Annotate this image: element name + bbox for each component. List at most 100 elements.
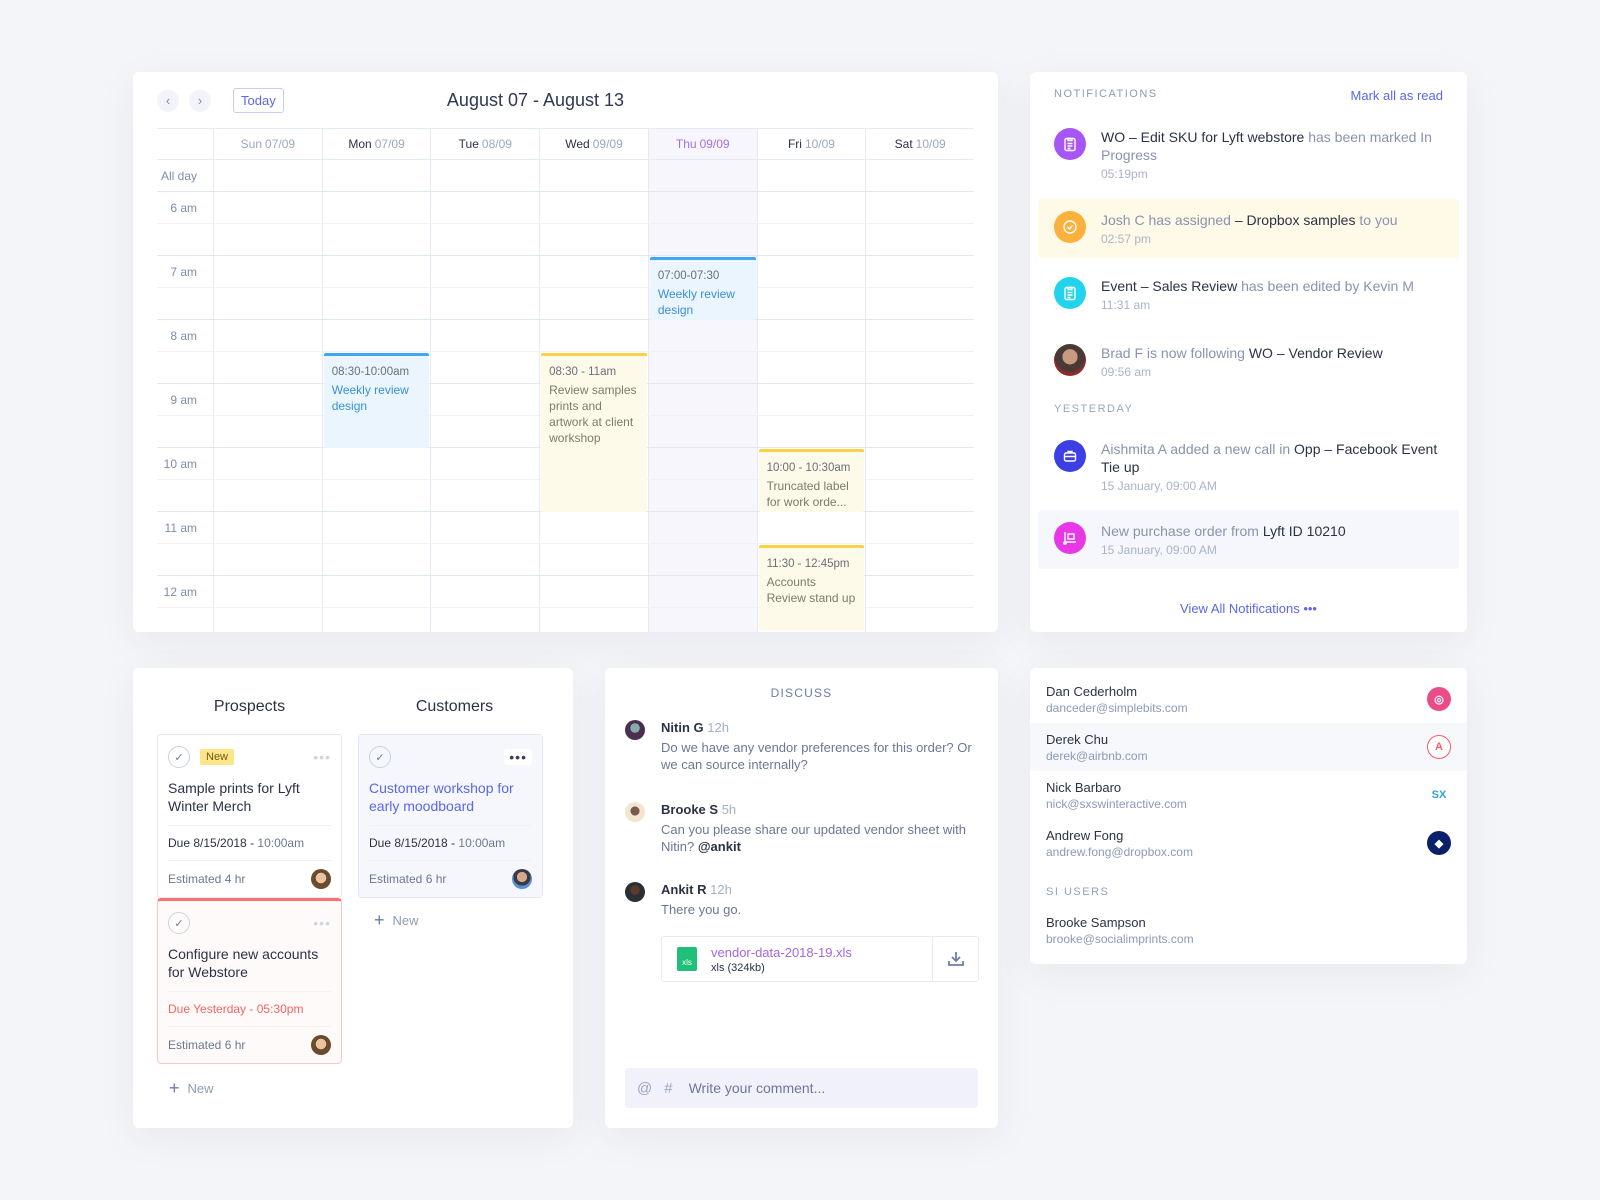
time-slot-cell[interactable] bbox=[213, 448, 322, 479]
all-day-cell[interactable] bbox=[321, 160, 431, 191]
notification-item[interactable]: Event – Sales Review has been edited by … bbox=[1038, 265, 1459, 324]
time-slot-cell[interactable] bbox=[430, 576, 539, 607]
time-slot-cell[interactable] bbox=[865, 224, 974, 255]
time-slot-cell[interactable] bbox=[430, 512, 539, 543]
time-slot-cell[interactable] bbox=[321, 192, 431, 223]
time-slot-cell[interactable] bbox=[865, 608, 974, 632]
time-slot-cell[interactable] bbox=[539, 288, 648, 319]
notification-item[interactable]: New purchase order from Lyft ID 10210 15 … bbox=[1038, 510, 1459, 569]
time-slot-cell[interactable] bbox=[321, 544, 431, 575]
time-slot-cell[interactable] bbox=[430, 352, 539, 383]
time-slot-cell[interactable] bbox=[430, 256, 539, 287]
time-slot-cell[interactable] bbox=[539, 224, 648, 255]
time-slot-cell[interactable] bbox=[430, 288, 539, 319]
time-slot-cell[interactable] bbox=[321, 480, 431, 511]
time-slot-cell[interactable] bbox=[321, 320, 431, 351]
day-header-fri[interactable]: Fri 10/09 bbox=[756, 129, 866, 159]
time-slot-cell[interactable] bbox=[756, 320, 866, 351]
time-slot-cell[interactable] bbox=[321, 512, 431, 543]
task-card[interactable]: ✓ New ••• Sample prints for Lyft Winter Mer… bbox=[157, 734, 342, 898]
all-day-cell[interactable] bbox=[539, 160, 648, 191]
time-slot-cell[interactable] bbox=[539, 576, 648, 607]
task-card[interactable]: ✓ ••• Configure new accounts for Webstore D… bbox=[157, 898, 342, 1064]
time-slot-cell[interactable] bbox=[213, 192, 322, 223]
all-day-cell[interactable] bbox=[430, 160, 539, 191]
calendar-event[interactable]: 10:00 - 10:30am Truncated label for work … bbox=[758, 449, 865, 512]
time-slot-cell[interactable] bbox=[865, 576, 974, 607]
task-title[interactable]: Configure new accounts for Webstore bbox=[168, 945, 331, 981]
time-slot-cell[interactable] bbox=[756, 384, 866, 415]
time-slot-cell[interactable] bbox=[213, 480, 322, 511]
time-slot-cell[interactable] bbox=[321, 608, 431, 632]
time-slot-cell[interactable] bbox=[213, 320, 322, 351]
calendar-event[interactable]: 08:30 - 11am Review samples prints and ar… bbox=[541, 353, 647, 512]
time-slot-cell[interactable] bbox=[756, 352, 866, 383]
time-slot-cell[interactable] bbox=[539, 544, 648, 575]
add-new-prospect-button[interactable]: + New bbox=[169, 1078, 214, 1099]
notification-item[interactable]: WO – Edit SKU for Lyft webstore has been… bbox=[1038, 116, 1459, 193]
time-slot-cell[interactable] bbox=[865, 192, 974, 223]
time-slot-cell[interactable] bbox=[430, 544, 539, 575]
all-day-cell[interactable] bbox=[865, 160, 974, 191]
time-slot-cell[interactable] bbox=[647, 480, 757, 511]
time-slot-cell[interactable] bbox=[647, 416, 757, 447]
contact-item[interactable]: Nick Barbaro nick@sxswinteractive.com SX bbox=[1030, 771, 1467, 819]
mention-icon[interactable]: @ bbox=[637, 1080, 652, 1097]
time-slot-cell[interactable] bbox=[865, 448, 974, 479]
time-slot-cell[interactable] bbox=[647, 352, 757, 383]
time-slot-cell[interactable] bbox=[647, 608, 757, 632]
contact-item[interactable]: Dan Cederholm danceder@simplebits.com ◎ bbox=[1030, 675, 1467, 723]
time-slot-cell[interactable] bbox=[430, 416, 539, 447]
day-header-wed[interactable]: Wed 09/09 bbox=[539, 129, 648, 159]
time-slot-cell[interactable] bbox=[539, 512, 648, 543]
time-slot-cell[interactable] bbox=[647, 192, 757, 223]
contact-item[interactable]: Andrew Fong andrew.fong@dropbox.com ◆ bbox=[1030, 819, 1467, 867]
time-slot-cell[interactable] bbox=[213, 288, 322, 319]
complete-checkbox[interactable]: ✓ bbox=[168, 912, 190, 934]
day-header-sat[interactable]: Sat 10/09 bbox=[865, 129, 974, 159]
day-header-sun[interactable]: Sun 07/09 bbox=[213, 129, 322, 159]
time-slot-cell[interactable] bbox=[539, 320, 648, 351]
hashtag-icon[interactable]: # bbox=[664, 1080, 672, 1097]
add-new-customer-button[interactable]: + New bbox=[374, 910, 419, 931]
time-slot-cell[interactable] bbox=[865, 384, 974, 415]
time-slot-cell[interactable] bbox=[430, 608, 539, 632]
si-user-item[interactable]: Brooke Sampson brooke@socialimprints.com bbox=[1030, 906, 1467, 954]
all-day-cell[interactable] bbox=[213, 160, 322, 191]
time-slot-cell[interactable] bbox=[539, 256, 648, 287]
assignee-avatar[interactable] bbox=[512, 869, 532, 889]
calendar-event[interactable]: 07:00-07:30 Weekly review design bbox=[649, 257, 756, 320]
time-slot-cell[interactable] bbox=[430, 224, 539, 255]
time-slot-cell[interactable] bbox=[865, 512, 974, 543]
complete-checkbox[interactable]: ✓ bbox=[369, 746, 391, 768]
time-slot-cell[interactable] bbox=[647, 576, 757, 607]
time-slot-cell[interactable] bbox=[539, 192, 648, 223]
calendar-event[interactable]: 08:30-10:00am Weekly review design bbox=[323, 353, 430, 448]
time-slot-cell[interactable] bbox=[865, 320, 974, 351]
calendar-event[interactable]: 11:30 - 12:45pm Accounts Review stand up bbox=[758, 545, 865, 631]
complete-checkbox[interactable]: ✓ bbox=[168, 746, 190, 768]
time-slot-cell[interactable] bbox=[321, 256, 431, 287]
time-slot-cell[interactable] bbox=[430, 192, 539, 223]
all-day-cell[interactable] bbox=[647, 160, 757, 191]
time-slot-cell[interactable] bbox=[213, 576, 322, 607]
time-slot-cell[interactable] bbox=[756, 192, 866, 223]
time-slot-cell[interactable] bbox=[430, 320, 539, 351]
time-slot-cell[interactable] bbox=[213, 544, 322, 575]
assignee-avatar[interactable] bbox=[311, 869, 331, 889]
task-card[interactable]: ✓ ••• Customer workshop for early moodboar… bbox=[358, 734, 543, 898]
more-options-icon[interactable]: ••• bbox=[313, 749, 331, 765]
time-slot-cell[interactable] bbox=[865, 256, 974, 287]
time-slot-cell[interactable] bbox=[213, 384, 322, 415]
time-slot-cell[interactable] bbox=[647, 224, 757, 255]
time-slot-cell[interactable] bbox=[213, 512, 322, 543]
time-slot-cell[interactable] bbox=[647, 384, 757, 415]
time-slot-cell[interactable] bbox=[756, 256, 866, 287]
time-slot-cell[interactable] bbox=[865, 416, 974, 447]
notification-item[interactable]: Aishmita A added a new call in Opp – Fac… bbox=[1038, 428, 1459, 505]
comment-input[interactable] bbox=[688, 1080, 966, 1096]
time-slot-cell[interactable] bbox=[430, 448, 539, 479]
task-title[interactable]: Sample prints for Lyft Winter Merch bbox=[168, 779, 331, 815]
time-slot-cell[interactable] bbox=[321, 224, 431, 255]
more-options-icon[interactable]: ••• bbox=[504, 749, 532, 765]
